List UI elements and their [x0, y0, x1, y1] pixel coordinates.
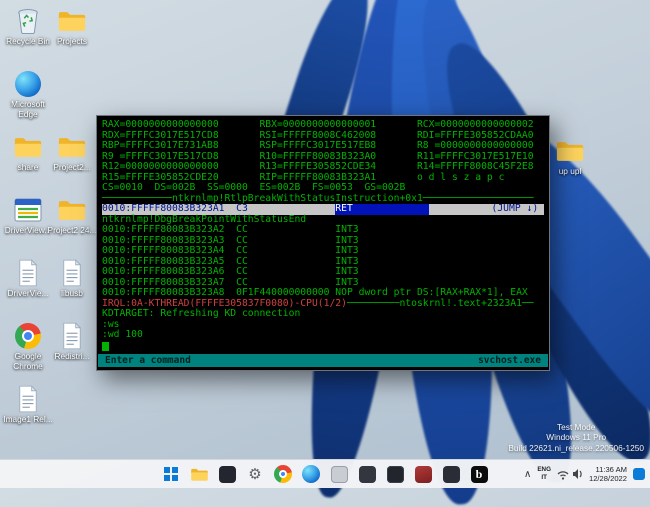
document-icon	[61, 321, 83, 351]
desktop-icon-redistri[interactable]: Redistri...	[46, 321, 98, 362]
taskbar-center-icons: ⚙ b	[161, 464, 490, 485]
file-explorer-button[interactable]	[189, 464, 210, 485]
start-button[interactable]	[161, 464, 182, 485]
document-icon	[61, 258, 83, 288]
document-icon	[17, 258, 39, 288]
disasm-line: 0010:FFFFF80083B323A2 CC INT3	[102, 225, 544, 236]
b-app-button[interactable]: b	[469, 464, 490, 485]
current-instruction-line[interactable]: 0010:FFFFF80083B323A1 C3 RET (JUMP ↓)	[102, 204, 544, 215]
date-text: 12/28/2022	[589, 474, 627, 483]
settings-button[interactable]: ⚙	[245, 464, 266, 485]
language-line: IT	[537, 474, 551, 482]
desktop-icon-project2-24[interactable]: Project2 24...	[46, 195, 98, 236]
folder-icon	[13, 132, 43, 162]
app-icon	[415, 466, 432, 483]
disasm-line: 0010:FFFFF80083B323A6 CC INT3	[102, 267, 544, 278]
highlight-spacer	[429, 204, 492, 215]
disasm-line: 0010:FFFFF80083B323A4 CC INT3	[102, 246, 544, 257]
jump-annotation: (JUMP ↓)	[492, 204, 545, 215]
kernel-debugger-window[interactable]: RAX=0000000000000000 RBX=000000000000000…	[96, 115, 550, 371]
edge-icon	[15, 69, 41, 99]
desktop-icon-label: Project2 24...	[48, 226, 97, 236]
command-input-line[interactable]	[102, 341, 544, 352]
terminal-icon	[219, 466, 236, 483]
desktop-icon-image1[interactable]: Image1 Rel...	[2, 384, 54, 425]
instruction-mnemonic: RET	[335, 204, 428, 215]
app-icon	[359, 466, 376, 483]
desktop-icon-up-upl[interactable]: up upl	[544, 136, 596, 177]
time-text: 11:36 AM	[589, 465, 627, 474]
desktop-icon-libusb[interactable]: libusb	[46, 258, 98, 299]
folder-icon	[57, 6, 87, 36]
red-app-button[interactable]	[413, 464, 434, 485]
desktop-icon-label: DriverVie...	[8, 289, 49, 299]
debugger-status-bar: Enter a command svchost.exe	[98, 354, 548, 367]
language-line: ENG	[537, 466, 551, 474]
desktop-icon-label: libusb	[61, 289, 83, 299]
gear-icon: ⚙	[248, 467, 261, 482]
taskbar: ⚙ b ∧ ENG IT	[0, 459, 650, 488]
file-explorer-icon	[190, 466, 209, 483]
test-mode-watermark: Test Mode Windows 11 Pro Build 22621.ni_…	[508, 422, 644, 454]
notification-badge[interactable]	[633, 468, 645, 480]
windows-logo-icon	[164, 467, 178, 481]
terminal-app-button[interactable]	[217, 464, 238, 485]
register-line: RBP=FFFFC3017E731AB8 RSP=FFFFC3017E517EB…	[102, 141, 544, 152]
desktop-icon-label: Projects	[57, 37, 87, 47]
desktop-icon-label: share	[18, 163, 39, 173]
tray-chevron-icon[interactable]: ∧	[524, 469, 531, 480]
desktop-icon-label: Project2...	[53, 163, 90, 173]
kd-message: KDTARGET: Refreshing KD connection	[102, 309, 544, 320]
desktop-icon-label: Microsoft Edge	[2, 100, 54, 119]
app-window-icon	[14, 195, 42, 225]
instruction-address: 0010:FFFFF80083B323A1	[102, 204, 236, 215]
edge-button[interactable]	[301, 464, 322, 485]
desktop-icon-projects[interactable]: Projects	[46, 6, 98, 47]
folder-icon	[57, 132, 87, 162]
desktop-icon-label: DriverView...	[5, 226, 51, 236]
register-line: RAX=0000000000000000 RBX=000000000000000…	[102, 120, 544, 131]
text-cursor	[102, 342, 109, 351]
system-tray: ∧ ENG IT 11:36 AM 12/28/2022	[524, 460, 645, 488]
desktop-icon-label: Image1 Rel...	[3, 415, 52, 425]
desktop: Recycle Bin Microsoft Edge share DriverV…	[0, 0, 650, 488]
debugger-screen: RAX=0000000000000000 RBX=000000000000000…	[97, 116, 549, 353]
desktop-icon-project2[interactable]: Project2...	[46, 132, 98, 173]
desktop-icon-microsoft-edge[interactable]: Microsoft Edge	[2, 69, 54, 119]
dark-app-button-3[interactable]	[385, 464, 406, 485]
statusbar-process-name: svchost.exe	[478, 354, 541, 367]
recycle-bin-icon	[16, 6, 40, 36]
folder-icon	[57, 195, 87, 225]
clock[interactable]: 11:36 AM 12/28/2022	[589, 465, 627, 484]
chrome-button[interactable]	[273, 464, 294, 485]
app-window-icon	[331, 466, 348, 483]
network-volume-icons[interactable]	[557, 468, 583, 480]
watermark-line: Test Mode	[508, 422, 644, 433]
language-indicator[interactable]: ENG IT	[537, 466, 551, 482]
instruction-bytes: C3	[236, 204, 335, 215]
document-icon	[17, 384, 39, 414]
desktop-icon-label: Redistri...	[54, 352, 89, 362]
chrome-icon	[15, 321, 41, 351]
chrome-icon	[274, 465, 292, 483]
command-echo: :ws	[102, 320, 544, 331]
edge-icon	[302, 465, 320, 483]
dark-app-button-4[interactable]	[441, 464, 462, 485]
desktop-icon-label: up upl	[559, 167, 582, 177]
folder-icon	[555, 136, 585, 166]
watermark-line: Build 22621.ni_release.220506-1250	[508, 443, 644, 454]
b-app-icon: b	[471, 466, 488, 483]
watermark-line: Windows 11 Pro	[508, 432, 644, 443]
dark-app-button-2[interactable]	[357, 464, 378, 485]
segment-register-line: CS=0010 DS=002B SS=0000 ES=002B FS=0053 …	[102, 183, 544, 194]
gray-app-button[interactable]	[329, 464, 350, 485]
statusbar-hint: Enter a command	[105, 354, 191, 367]
command-echo: :wd 100	[102, 330, 544, 341]
module-offset: ─────────ntoskrnl!.text+2323A1──	[347, 298, 534, 309]
desktop-icon-label: Recycle Bin	[6, 37, 50, 47]
register-line: R12=0000000000000000 R13=FFFFE305852CDE3…	[102, 162, 544, 173]
irql-status: IRQL:0A-KTHREAD(FFFFE305837F0080)-CPU(1/…	[102, 298, 347, 309]
app-icon	[387, 466, 404, 483]
app-icon	[443, 466, 460, 483]
